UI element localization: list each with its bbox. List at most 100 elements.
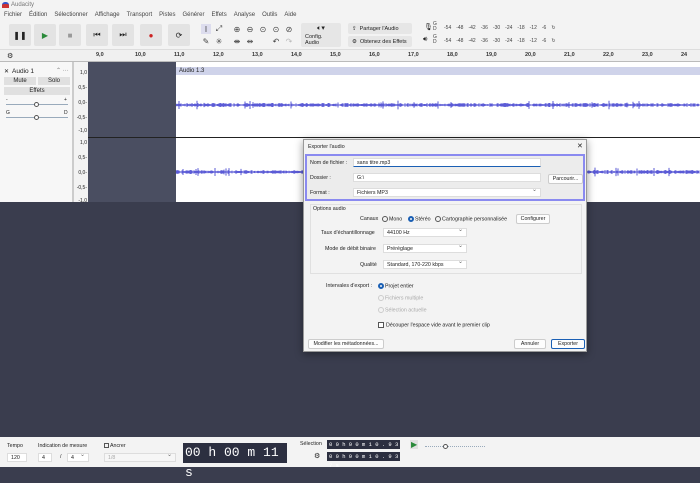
loop-button[interactable]: ⟳ bbox=[168, 24, 190, 46]
scale-label: 1,0 bbox=[80, 140, 87, 146]
snap-checkbox[interactable]: Ancrer bbox=[104, 443, 126, 449]
range-project-label: Projet entier bbox=[385, 283, 414, 290]
snap-select[interactable]: 1/8 bbox=[104, 452, 176, 462]
scale-label: -0,5- bbox=[76, 185, 87, 191]
meter-reset-icon[interactable]: ↻ bbox=[551, 38, 555, 44]
share-audio-label: Partager l'Audio bbox=[359, 25, 399, 32]
solo-button[interactable]: Solo bbox=[38, 77, 70, 85]
playback-meter[interactable]: G D -54 -48 -42 -36 -30 -24 -18 -12 -6 ↻ bbox=[433, 35, 556, 45]
track-name[interactable]: Audio 1 bbox=[12, 68, 34, 75]
browse-button[interactable]: Parcourir... bbox=[548, 174, 583, 184]
time-sig-numerator[interactable]: 4 bbox=[38, 453, 52, 462]
zoom-out-icon[interactable]: ⊖ bbox=[245, 24, 255, 34]
menu-10[interactable]: Aide bbox=[284, 12, 296, 18]
close-icon[interactable]: ✕ bbox=[577, 142, 583, 150]
envelope-tool-icon[interactable]: ⤢ bbox=[214, 24, 224, 34]
custom-mapping-radio[interactable]: Cartographie personnalisée bbox=[435, 216, 507, 222]
quality-select[interactable]: Standard, 170-220 kbps bbox=[383, 259, 467, 269]
menu-8[interactable]: Analyse bbox=[234, 12, 255, 18]
range-project-radio[interactable]: Projet entier bbox=[378, 283, 414, 289]
gain-slider[interactable] bbox=[6, 102, 68, 107]
selection-end[interactable]: 0 0 h 0 0 m 1 0 . 9 3 7 s bbox=[327, 452, 400, 469]
zoom-toggle-icon[interactable]: ⊘ bbox=[284, 24, 294, 34]
playback-speaker-icon[interactable]: 🔊︎ bbox=[423, 36, 427, 44]
fit-selection-icon[interactable]: ⊙ bbox=[258, 24, 268, 34]
menu-3[interactable]: Affichage bbox=[95, 12, 120, 18]
meter-tick: -36 bbox=[480, 25, 488, 31]
format-select[interactable]: Fichiers MP3 bbox=[353, 187, 541, 197]
multi-tool-icon[interactable]: ✳ bbox=[214, 36, 224, 46]
range-selection-radio[interactable]: Sélection actuelle bbox=[378, 307, 427, 313]
sample-rate-select[interactable]: 44100 Hz bbox=[383, 227, 467, 237]
silence-icon[interactable]: ⇹ bbox=[245, 36, 255, 46]
settings-gear-icon[interactable]: ⚙ bbox=[7, 52, 13, 60]
time-display[interactable]: 00 h 00 m 11 s bbox=[183, 443, 287, 480]
bitrate-mode-select[interactable]: Préréglage bbox=[383, 243, 467, 253]
selection-tool-icon[interactable]: I bbox=[201, 24, 211, 34]
tempo-input[interactable]: 120 bbox=[7, 453, 27, 462]
range-multiple-radio[interactable]: Fichiers multiple bbox=[378, 295, 423, 301]
channel-divider bbox=[88, 137, 700, 138]
cancel-button[interactable]: Annuler bbox=[514, 339, 546, 349]
edit-metadata-button[interactable]: Modifier les métadonnées... bbox=[308, 339, 384, 349]
play-at-speed-button[interactable]: ▶ bbox=[410, 440, 419, 449]
mute-button[interactable]: Mute bbox=[4, 77, 36, 85]
microphone-icon[interactable]: 🎙︎ bbox=[424, 23, 433, 31]
trim-icon[interactable]: ⇼ bbox=[232, 36, 242, 46]
selection-start[interactable]: 0 0 h 0 0 m 1 0 . 9 3 7 s bbox=[327, 440, 400, 457]
close-track-icon[interactable]: ✕ bbox=[4, 68, 9, 75]
menu-5[interactable]: Pistes bbox=[159, 12, 175, 18]
audio-setup-button[interactable]: 🔈︎▾ Config. Audio bbox=[301, 23, 341, 47]
fit-project-icon[interactable]: ⊙ bbox=[271, 24, 281, 34]
skip-end-button[interactable]: ⏭ bbox=[112, 24, 134, 46]
selection-label: Sélection bbox=[300, 441, 322, 447]
trim-checkbox[interactable]: Découper l'espace vide avant le premier … bbox=[378, 322, 490, 328]
record-button[interactable]: ● bbox=[140, 24, 162, 46]
ruler-tick: 19,0 bbox=[486, 52, 497, 58]
draw-tool-icon[interactable]: ✎ bbox=[201, 36, 211, 46]
meter-tick: -18 bbox=[517, 25, 525, 31]
stop-button[interactable]: ■ bbox=[59, 24, 81, 46]
trim-label: Découper l'espace vide avant le premier … bbox=[386, 322, 490, 329]
ruler-tick: 16,0 bbox=[369, 52, 380, 58]
menu-9[interactable]: Outils bbox=[262, 12, 277, 18]
play-button[interactable]: ▶ bbox=[34, 24, 56, 46]
scale-label: -1,0 bbox=[78, 198, 87, 204]
stereo-radio[interactable]: Stéréo bbox=[408, 216, 431, 222]
meter-reset-icon[interactable]: ↻ bbox=[551, 25, 555, 31]
pan-slider[interactable] bbox=[6, 115, 68, 120]
menu-2[interactable]: Sélectionner bbox=[54, 12, 87, 18]
folder-input[interactable]: G:\ bbox=[353, 173, 541, 182]
meter-tick: -30 bbox=[492, 38, 501, 44]
timeline-ruler[interactable]: ⚙ 9,0 10,0 11,0 12,0 13,0 14,0 15,0 16,0 17,0 18,… bbox=[0, 50, 700, 62]
configure-button[interactable]: Configurer bbox=[516, 214, 550, 224]
menu-0[interactable]: Fichier bbox=[4, 12, 22, 18]
export-button[interactable]: Exporter bbox=[551, 339, 585, 349]
selection-settings-icon[interactable]: ⚙ bbox=[314, 452, 320, 460]
menu-6[interactable]: Générer bbox=[182, 12, 204, 18]
time-signature-label: Indication de mesure bbox=[38, 443, 88, 449]
share-audio-button[interactable]: ⇪ Partager l'Audio bbox=[348, 23, 412, 34]
track-menu-icon[interactable]: ⌃ ··· bbox=[56, 67, 69, 74]
menu-4[interactable]: Transport bbox=[127, 12, 152, 18]
track-control-panel: ✕ Audio 1 ⌃ ··· Mute Solo Effets - + G D bbox=[0, 62, 74, 202]
filename-input[interactable]: sans titre.mp3 bbox=[353, 158, 541, 167]
clip-title[interactable]: Audio 1.3 bbox=[176, 67, 700, 75]
redo-icon[interactable]: ↷ bbox=[284, 36, 294, 46]
get-effects-button[interactable]: ⚙︎ Obtenez des Effets bbox=[348, 36, 412, 47]
meter-channel-right: D bbox=[433, 26, 437, 32]
zoom-in-icon[interactable]: ⊕ bbox=[232, 24, 242, 34]
ruler-tick: 10,0 bbox=[135, 52, 146, 58]
pan-right-label: D bbox=[64, 110, 68, 116]
undo-icon[interactable]: ↶ bbox=[271, 36, 281, 46]
mono-radio[interactable]: Mono bbox=[382, 216, 402, 222]
skip-start-button[interactable]: ⏮ bbox=[86, 24, 108, 46]
menu-1[interactable]: Édition bbox=[29, 12, 47, 18]
effects-button[interactable]: Effets bbox=[4, 87, 70, 95]
time-sig-denominator[interactable]: 4 bbox=[67, 452, 89, 462]
playback-speed-slider[interactable] bbox=[425, 444, 485, 449]
ruler-tick: 14,0 bbox=[291, 52, 302, 58]
record-meter[interactable]: G D -54 -48 -42 -36 -30 -24 -18 -12 -6 ↻ bbox=[433, 22, 556, 32]
menu-7[interactable]: Effets bbox=[211, 12, 226, 18]
pause-button[interactable]: ❚❚ bbox=[9, 24, 31, 46]
